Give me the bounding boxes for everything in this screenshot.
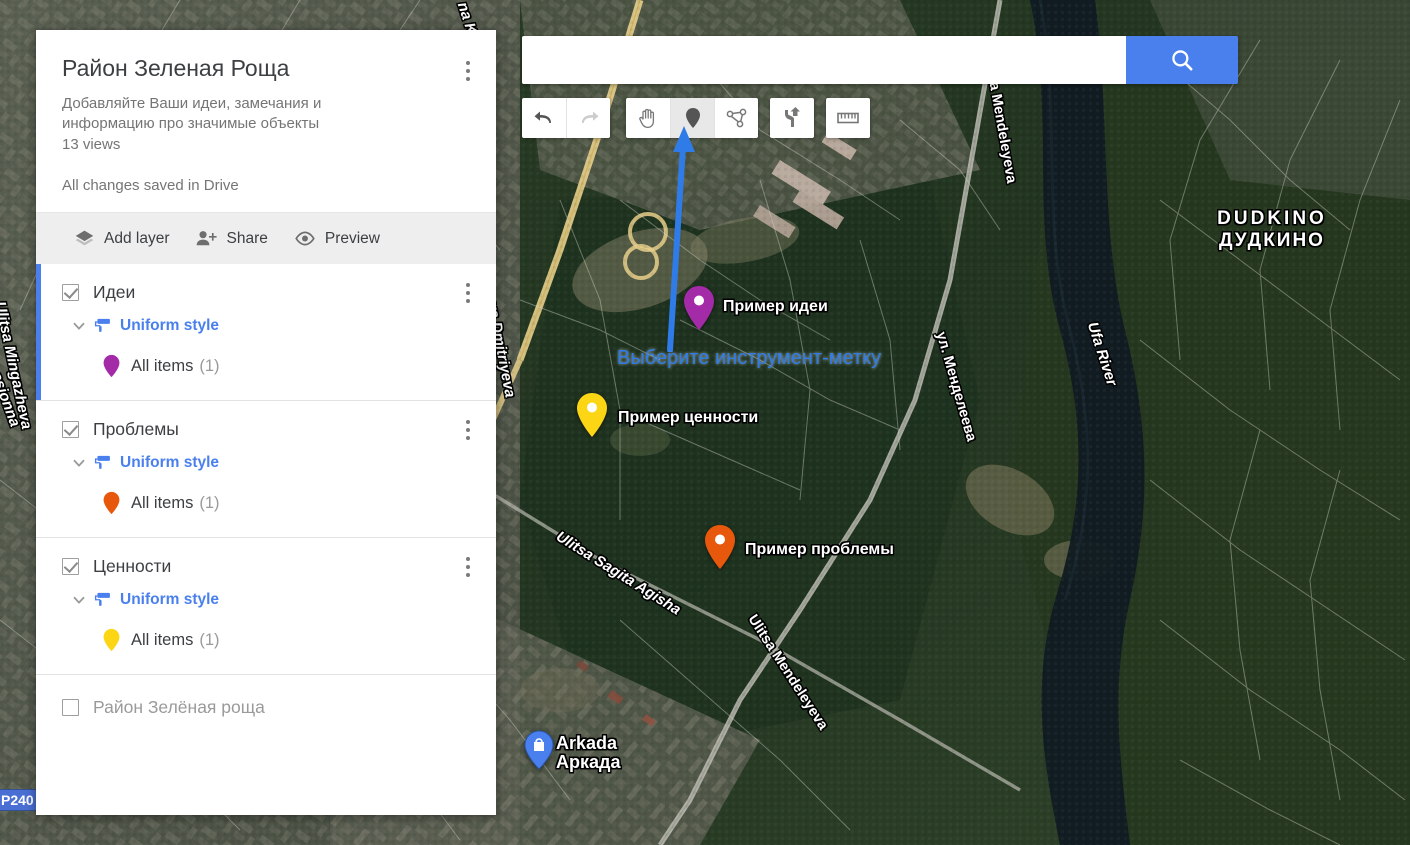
measure-distance-button[interactable] <box>826 98 870 138</box>
map-description: Добавляйте Ваши идеи, замечания и информ… <box>62 94 322 133</box>
history-tool-group <box>522 98 610 138</box>
layer-items-count-idei: (1) <box>199 356 220 375</box>
paint-roller-icon <box>94 319 110 333</box>
layer-visibility-checkbox-tsennosti[interactable] <box>62 558 79 576</box>
search-icon <box>1172 50 1193 71</box>
layer-expand-chevron-problemy[interactable] <box>66 454 92 472</box>
map-overflow-menu-button[interactable] <box>466 61 470 81</box>
add-layer-button[interactable]: Add layer <box>74 228 169 249</box>
map-marker-problema[interactable] <box>702 523 738 571</box>
layer-overflow-menu-problemy[interactable] <box>466 419 470 440</box>
base-layer-item[interactable]: Район Зелёная роща <box>36 675 496 742</box>
undo-arrow-icon <box>534 111 551 123</box>
map-pin-icon <box>685 108 700 128</box>
layer-item-tsennosti[interactable]: Ценности Uniform style All items (1) <box>36 538 496 676</box>
chevron-down-icon <box>73 460 85 467</box>
share-button[interactable]: Share <box>195 228 268 249</box>
panel-header: Район Зеленая Роща Добавляйте Ваши идеи,… <box>36 30 496 212</box>
chevron-down-icon <box>73 597 85 604</box>
search-bar[interactable] <box>522 36 1238 84</box>
draw-tool-group <box>626 98 758 138</box>
layer-visibility-checkbox-problemy[interactable] <box>62 421 79 439</box>
layer-overflow-menu-tsennosti[interactable] <box>466 556 470 577</box>
road-shield-r240: Р240 <box>0 789 41 811</box>
layer-pin-icon-tsennosti <box>103 629 120 652</box>
layer-style-label-tsennosti[interactable]: Uniform style <box>120 591 219 609</box>
polyline-icon <box>726 108 746 128</box>
layer-items-label-idei[interactable]: All items <box>131 357 193 376</box>
base-layer-visibility-checkbox[interactable] <box>62 699 79 717</box>
poi-marker-arkada[interactable] <box>524 730 554 770</box>
layer-name-idei: Идеи <box>93 282 136 303</box>
layer-expand-chevron-idei[interactable] <box>66 317 92 335</box>
ruler-icon <box>837 112 859 124</box>
eye-icon <box>295 231 315 246</box>
layers-icon <box>75 231 94 246</box>
save-status: All changes saved in Drive <box>62 177 239 195</box>
map-edit-toolbar[interactable] <box>522 98 870 138</box>
preview-button[interactable]: Preview <box>294 228 380 249</box>
layer-visibility-checkbox-idei[interactable] <box>62 284 79 302</box>
pan-tool-button[interactable] <box>626 98 670 138</box>
layer-list-scroll-area[interactable]: Идеи Uniform style All items (1) Проблем… <box>36 264 496 815</box>
paint-roller-icon <box>94 456 110 470</box>
preview-label: Preview <box>324 229 380 247</box>
person-add-icon <box>197 231 218 246</box>
add-marker-tool-button[interactable] <box>670 98 714 138</box>
map-marker-tsennost[interactable] <box>574 391 610 439</box>
directions-icon <box>785 107 800 127</box>
measure-tool-group <box>826 98 870 138</box>
layer-name-problemy: Проблемы <box>93 419 179 440</box>
map-view-count: 13 views <box>62 135 121 153</box>
share-label: Share <box>226 229 268 247</box>
layer-item-problemy[interactable]: Проблемы Uniform style All items (1) <box>36 401 496 539</box>
layer-style-label-problemy[interactable]: Uniform style <box>120 454 219 472</box>
layer-pin-icon-problemy <box>103 492 120 515</box>
layer-overflow-menu-idei[interactable] <box>466 282 470 303</box>
undo-button[interactable] <box>522 98 566 138</box>
map-marker-ideya[interactable] <box>681 284 717 332</box>
directions-tool-group <box>770 98 814 138</box>
redo-arrow-icon <box>581 111 598 123</box>
layer-item-idei[interactable]: Идеи Uniform style All items (1) <box>36 264 496 402</box>
layer-items-count-tsennosti: (1) <box>199 630 220 649</box>
paint-roller-icon <box>94 593 110 607</box>
panel-action-bar: Add layer Share Preview <box>36 212 496 265</box>
base-layer-name: Район Зелёная роща <box>93 697 265 718</box>
search-button[interactable] <box>1126 36 1238 84</box>
layer-items-count-problemy: (1) <box>199 493 220 512</box>
layer-items-label-problemy[interactable]: All items <box>131 494 193 513</box>
draw-line-tool-button[interactable] <box>714 98 758 138</box>
hand-icon <box>639 108 655 129</box>
layer-style-label-idei[interactable]: Uniform style <box>120 317 219 335</box>
my-maps-side-panel: Район Зеленая Роща Добавляйте Ваши идеи,… <box>36 30 496 815</box>
map-title: Район Зеленая Роща <box>62 55 290 81</box>
add-layer-label: Add layer <box>104 229 170 247</box>
layer-items-label-tsennosti[interactable]: All items <box>131 631 193 650</box>
add-directions-button[interactable] <box>770 98 814 138</box>
layer-expand-chevron-tsennosti[interactable] <box>66 591 92 609</box>
search-input[interactable] <box>522 36 1126 84</box>
redo-button[interactable] <box>566 98 610 138</box>
chevron-down-icon <box>73 323 85 330</box>
layer-name-tsennosti: Ценности <box>93 556 172 577</box>
layer-pin-icon-idei <box>103 355 120 378</box>
